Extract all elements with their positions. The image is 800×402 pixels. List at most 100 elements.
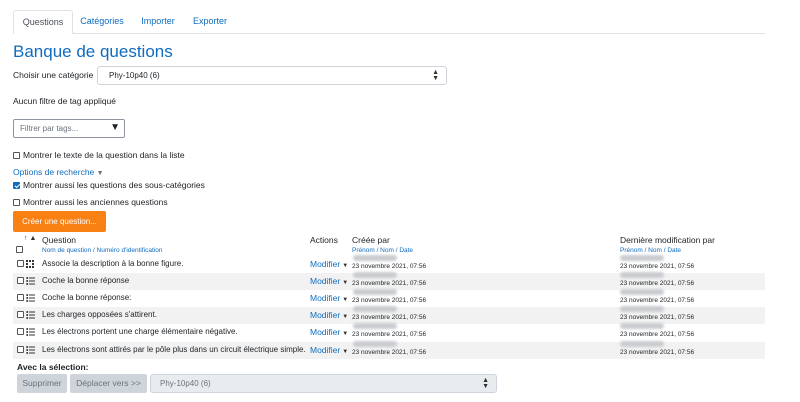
question-name: Les électrons sont attirés par le pôle p… xyxy=(42,345,306,354)
modify-menu[interactable]: Modifier ▼ xyxy=(310,259,348,269)
search-options-label: Options de recherche xyxy=(13,167,95,177)
modified-by-name-blurred xyxy=(620,323,664,329)
created-by-name-blurred xyxy=(353,341,397,347)
old-questions-label: Montrer aussi les anciennes questions xyxy=(23,197,168,207)
modified-date: 23 novembre 2021, 07:56 xyxy=(620,280,695,287)
subcategories-checkbox[interactable] xyxy=(13,181,20,189)
search-options-link[interactable]: Options de recherche ▼ xyxy=(13,167,104,177)
row-checkbox[interactable] xyxy=(17,346,24,353)
table-row: Les charges opposées s'attirent. Modifie… xyxy=(13,306,765,324)
modified-by-name-blurred xyxy=(620,306,664,312)
tab-export[interactable]: Exporter xyxy=(187,10,233,32)
row-checkbox[interactable] xyxy=(17,328,24,335)
subcategories-option[interactable]: Montrer aussi les questions des sous-cat… xyxy=(13,180,205,190)
modified-by-name-blurred xyxy=(620,272,664,278)
table-row: Les électrons sont attirés par le pôle p… xyxy=(13,341,765,359)
tag-filter-dropdown[interactable]: Filtrer par tags... ▼ xyxy=(13,119,125,138)
multichoice-icon xyxy=(26,346,35,354)
show-text-label: Montrer le texte de la question dans la … xyxy=(23,150,185,160)
column-header-modified-by: Dernière modification par xyxy=(620,235,715,245)
with-selection-label: Avec la sélection: xyxy=(17,362,89,372)
column-header-question[interactable]: Question xyxy=(42,235,76,245)
question-name: Les charges opposées s'attirent. xyxy=(42,310,157,319)
row-checkbox[interactable] xyxy=(17,311,24,318)
category-label: Choisir une catégorie xyxy=(13,70,94,80)
select-arrows-icon: ▲ ▼ xyxy=(432,69,439,82)
modified-date: 23 novembre 2021, 07:56 xyxy=(620,314,695,321)
tab-bar: Questions Catégories Importer Exporter xyxy=(13,10,765,34)
tag-filter-placeholder: Filtrer par tags... xyxy=(20,124,79,133)
modify-label: Modifier xyxy=(310,327,341,337)
table-row: Coche la bonne réponse Modifier ▼ 23 nove… xyxy=(13,272,765,290)
modify-menu[interactable]: Modifier ▼ xyxy=(310,345,348,355)
column-subheader-created-by[interactable]: Prénom / Nom / Date xyxy=(352,247,413,254)
dropdown-arrow-icon: ▼ xyxy=(110,122,120,133)
target-category-select[interactable]: Phy-10p40 (6) ▲ ▼ xyxy=(150,374,497,393)
category-select-value: Phy-10p40 (6) xyxy=(109,71,160,80)
create-question-button[interactable]: Créer une question... xyxy=(13,211,106,232)
multichoice-icon xyxy=(26,328,35,336)
column-subheader-modified-by[interactable]: Prénom / Nom / Date xyxy=(620,247,681,254)
question-name: Associe la description à la bonne figure… xyxy=(42,259,184,268)
select-all-checkbox[interactable] xyxy=(16,246,23,253)
no-tag-filter-text: Aucun filtre de tag appliqué xyxy=(13,96,117,106)
modify-label: Modifier xyxy=(310,259,341,269)
column-subheader-question[interactable]: Nom de question / Numéro d'identificatio… xyxy=(42,247,162,254)
multichoice-icon xyxy=(26,294,35,302)
created-by-name-blurred xyxy=(353,255,397,261)
row-checkbox[interactable] xyxy=(17,294,24,301)
modified-date: 23 novembre 2021, 07:56 xyxy=(620,297,695,304)
modified-by-name-blurred xyxy=(620,255,664,261)
chevron-down-icon: ▼ xyxy=(342,331,349,337)
subcategories-label: Montrer aussi les questions des sous-cat… xyxy=(23,180,205,190)
modified-by-name-blurred xyxy=(620,341,664,347)
old-questions-checkbox[interactable] xyxy=(13,198,20,206)
row-checkbox[interactable] xyxy=(17,260,24,267)
tab-questions[interactable]: Questions xyxy=(13,10,73,34)
move-to-button[interactable]: Déplacer vers >> xyxy=(70,374,147,393)
created-date: 23 novembre 2021, 07:56 xyxy=(352,349,427,356)
question-name: Coche la bonne réponse xyxy=(42,276,130,285)
show-text-checkbox[interactable] xyxy=(13,151,20,159)
old-questions-option[interactable]: Montrer aussi les anciennes questions xyxy=(13,197,168,207)
chevron-down-icon: ▼ xyxy=(342,263,349,269)
column-header-created-by: Créée par xyxy=(352,235,390,245)
table-row: Associe la description à la bonne figure… xyxy=(13,255,765,273)
modify-menu[interactable]: Modifier ▼ xyxy=(310,327,348,337)
page-title: Banque de questions xyxy=(13,42,173,61)
modify-label: Modifier xyxy=(310,345,341,355)
tab-import[interactable]: Importer xyxy=(134,10,182,32)
modify-menu[interactable]: Modifier ▼ xyxy=(310,310,348,320)
chevron-down-icon: ▼ xyxy=(342,349,349,355)
multichoice-icon xyxy=(26,311,35,319)
select-arrows-icon: ▲ ▼ xyxy=(482,377,489,390)
modify-label: Modifier xyxy=(310,310,341,320)
row-checkbox[interactable] xyxy=(17,277,24,284)
delete-button[interactable]: Supprimer xyxy=(17,374,67,393)
created-by-name-blurred xyxy=(353,289,397,295)
question-name: Les électrons portent une charge élément… xyxy=(42,327,238,336)
tab-categories[interactable]: Catégories xyxy=(75,10,129,32)
show-text-option[interactable]: Montrer le texte de la question dans la … xyxy=(13,150,185,160)
modify-label: Modifier xyxy=(310,276,341,286)
created-date: 23 novembre 2021, 07:56 xyxy=(352,331,427,338)
multichoice-icon xyxy=(26,277,35,285)
created-by-name-blurred xyxy=(353,306,397,312)
chevron-down-icon: ▼ xyxy=(342,297,349,303)
created-date: 23 novembre 2021, 07:56 xyxy=(352,280,427,287)
modify-menu[interactable]: Modifier ▼ xyxy=(310,276,348,286)
modified-date: 23 novembre 2021, 07:56 xyxy=(620,331,695,338)
target-category-value: Phy-10p40 (6) xyxy=(160,379,211,388)
created-by-name-blurred xyxy=(353,272,397,278)
chevron-down-icon: ▼ xyxy=(342,280,349,286)
modify-menu[interactable]: Modifier ▼ xyxy=(310,293,348,303)
sort-indicator-icon[interactable]: ↑ ▲ xyxy=(24,235,36,242)
table-row: Les électrons portent une charge élément… xyxy=(13,323,765,341)
modified-date: 23 novembre 2021, 07:56 xyxy=(620,263,695,270)
created-date: 23 novembre 2021, 07:56 xyxy=(352,263,427,270)
modify-label: Modifier xyxy=(310,293,341,303)
category-select[interactable]: Phy-10p40 (6) ▲ ▼ xyxy=(97,66,447,85)
created-by-name-blurred xyxy=(353,323,397,329)
modified-date: 23 novembre 2021, 07:56 xyxy=(620,349,695,356)
column-header-actions: Actions xyxy=(310,235,338,245)
